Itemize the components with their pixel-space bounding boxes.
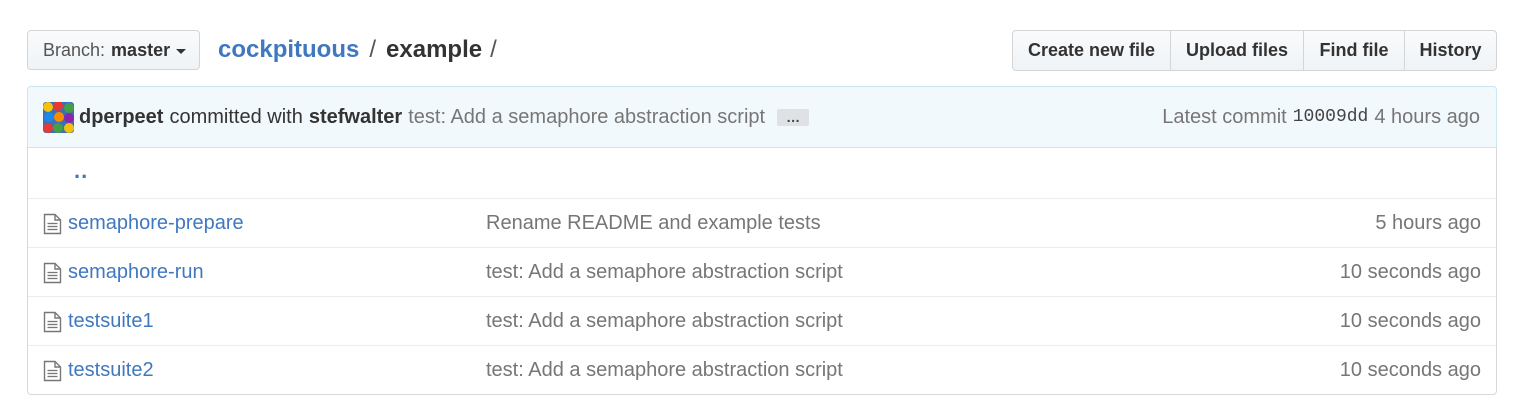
breadcrumb-trailing-separator: / xyxy=(490,36,497,63)
file-name-link[interactable]: semaphore-run xyxy=(68,261,204,284)
file-age: 10 seconds ago xyxy=(1339,260,1481,283)
table-row: semaphore-run test: Add a semaphore abst… xyxy=(28,247,1496,296)
commit-with-text: committed with xyxy=(169,105,303,128)
file-age: 10 seconds ago xyxy=(1339,309,1481,332)
chevron-down-icon xyxy=(176,48,187,54)
branch-name: master xyxy=(111,39,171,60)
branch-selector-button[interactable]: Branch: master xyxy=(27,30,200,70)
breadcrumb-separator: / xyxy=(369,36,377,63)
latest-commit-info: Latest commit 10009dd 4 hours ago xyxy=(1162,87,1480,147)
file-actions-group: Create new file Upload files Find file H… xyxy=(1012,30,1497,71)
parent-directory-link[interactable]: .. xyxy=(74,158,88,184)
file-age: 5 hours ago xyxy=(1375,211,1481,234)
commit-committer-link[interactable]: stefwalter xyxy=(309,106,402,129)
file-commit-message-link[interactable]: test: Add a semaphore abstraction script xyxy=(486,261,843,284)
file-list-table: .. semaphore-prepare Rename README and e… xyxy=(27,148,1497,395)
commit-message-link[interactable]: test: Add a semaphore abstraction script xyxy=(408,106,765,129)
file-commit-message-link[interactable]: test: Add a semaphore abstraction script xyxy=(486,310,843,333)
history-button[interactable]: History xyxy=(1405,30,1497,71)
create-new-file-button[interactable]: Create new file xyxy=(1012,30,1171,71)
latest-commit-label: Latest commit xyxy=(1162,105,1287,128)
commit-age: 4 hours ago xyxy=(1374,105,1480,128)
file-age: 10 seconds ago xyxy=(1339,358,1481,381)
file-text-icon xyxy=(43,262,62,284)
file-name-link[interactable]: testsuite1 xyxy=(68,310,154,333)
breadcrumb-repo-link[interactable]: cockpituous xyxy=(218,36,359,64)
file-text-icon xyxy=(43,360,62,382)
latest-commit-bar: dperpeet committed with stefwalter test:… xyxy=(27,86,1497,148)
commit-sha-link[interactable]: 10009dd xyxy=(1293,107,1369,127)
file-text-icon xyxy=(43,311,62,333)
file-name-link[interactable]: semaphore-prepare xyxy=(68,212,244,235)
file-name-link[interactable]: testsuite2 xyxy=(68,359,154,382)
table-row: semaphore-prepare Rename README and exam… xyxy=(28,198,1496,247)
find-file-button[interactable]: Find file xyxy=(1304,30,1405,71)
file-commit-message-link[interactable]: Rename README and example tests xyxy=(486,212,821,235)
avatar[interactable] xyxy=(43,101,74,133)
file-text-icon xyxy=(43,213,62,235)
commit-author-link[interactable]: dperpeet xyxy=(79,106,163,129)
breadcrumb-current: example xyxy=(386,36,483,63)
parent-directory-row: .. xyxy=(28,148,1496,198)
upload-files-button[interactable]: Upload files xyxy=(1171,30,1304,71)
branch-prefix: Branch: xyxy=(43,39,106,60)
table-row: testsuite2 test: Add a semaphore abstrac… xyxy=(28,345,1496,394)
table-row: testsuite1 test: Add a semaphore abstrac… xyxy=(28,296,1496,345)
breadcrumb: cockpituous / example / xyxy=(218,33,497,67)
file-commit-message-link[interactable]: test: Add a semaphore abstraction script xyxy=(486,359,843,382)
expand-commit-message-button[interactable]: … xyxy=(777,108,810,126)
